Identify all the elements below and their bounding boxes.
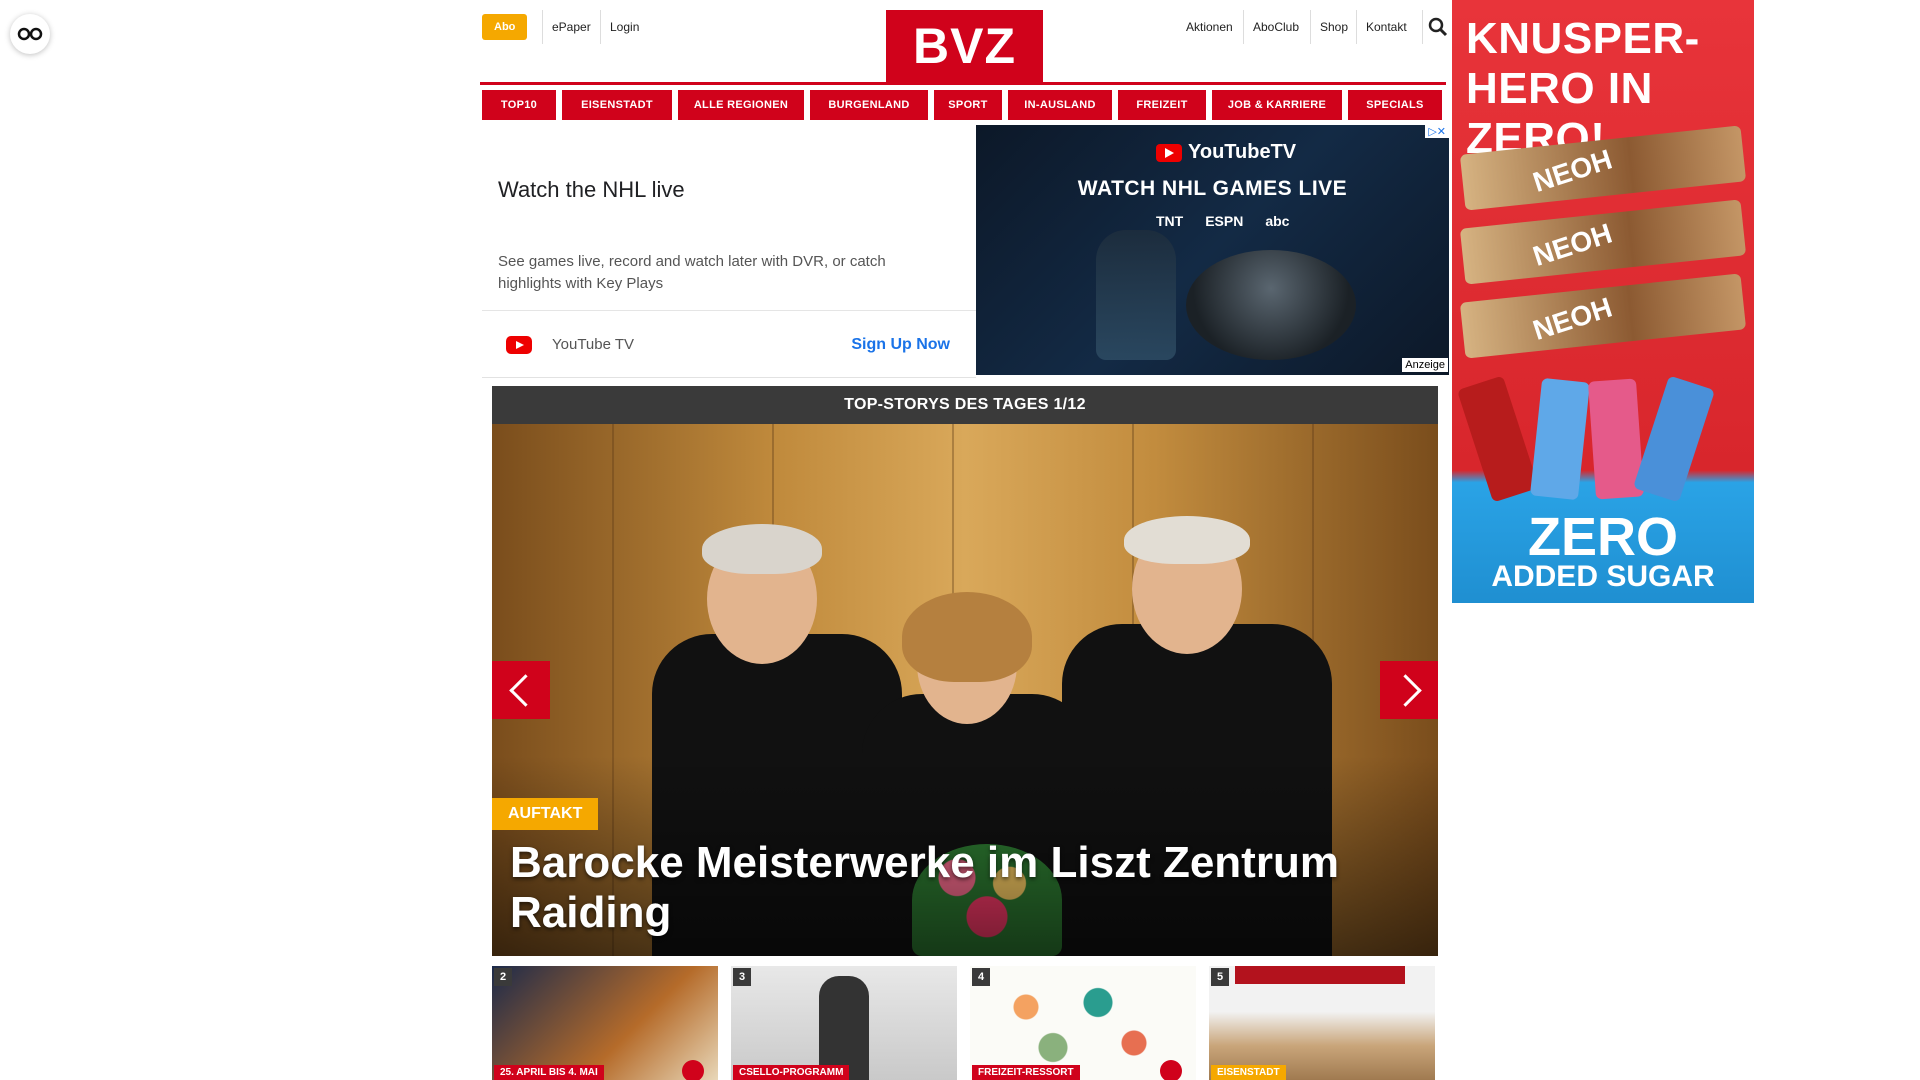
header-separator	[1356, 10, 1357, 44]
ad-text-panel[interactable]: Watch the NHL live See games live, recor…	[482, 125, 976, 378]
nav-job-karriere[interactable]: JOB & KARRIERE	[1212, 90, 1342, 120]
nhl-puck-image	[1186, 250, 1356, 360]
nav-eisenstadt[interactable]: EISENSTADT	[562, 90, 672, 120]
ad-image-headline: WATCH NHL GAMES LIVE	[1077, 177, 1348, 200]
neoh-bar-label: NEOH	[1529, 143, 1616, 198]
site-header: Abo ePaper Login BVZ Aktionen AboClub Sh…	[480, 0, 1448, 86]
neoh-bar-image: NEOH	[1459, 273, 1747, 359]
nav-sport[interactable]: SPORT	[934, 90, 1002, 120]
slider-next-button[interactable]	[1380, 661, 1438, 719]
top-stories-slider: TOP-STORYS DES TAGES 1/12 AUFTAKT Barock…	[492, 386, 1438, 956]
camera-icon	[1160, 1060, 1182, 1080]
neoh-bar-label: NEOH	[1529, 217, 1616, 272]
header-separator	[542, 10, 543, 44]
thumb-number: 3	[733, 968, 751, 986]
ad-networks: TNT ESPN abc	[1156, 213, 1289, 229]
search-icon	[1428, 17, 1448, 37]
nav-freizeit[interactable]: FREIZEIT	[1118, 90, 1206, 120]
neoh-pack	[1456, 375, 1540, 503]
thumb-room-detail	[1235, 966, 1405, 984]
nav-alle-regionen[interactable]: ALLE REGIONEN	[678, 90, 804, 120]
abo-button[interactable]: Abo	[482, 14, 528, 40]
ad-label: Anzeige	[1402, 358, 1448, 372]
sky-ad-zero: ZERO	[1527, 507, 1678, 567]
header-separator	[1310, 10, 1311, 44]
nav-specials[interactable]: SPECIALS	[1348, 90, 1442, 120]
header-separator	[1422, 10, 1423, 44]
ad-choices-icon[interactable]: ▷✕	[1425, 125, 1449, 138]
thumb-label: CSELLO-PROGRAMM	[733, 1065, 850, 1080]
neoh-packs-image	[1456, 375, 1734, 503]
kontakt-link[interactable]: Kontakt	[1366, 14, 1407, 40]
aktionen-link[interactable]: Aktionen	[1186, 14, 1233, 40]
hero-title[interactable]: Barocke Meisterwerke im Liszt Zentrum Ra…	[510, 838, 1410, 938]
nav-burgenland[interactable]: BURGENLAND	[810, 90, 928, 120]
person-left-hair	[702, 524, 822, 574]
thumb-story-3[interactable]: 3 CSELLO-PROGRAMM	[731, 966, 957, 1080]
person-center-hair	[902, 592, 1032, 682]
aboclub-link[interactable]: AboClub	[1253, 14, 1299, 40]
thumb-story-5[interactable]: 5 EISENSTADT	[1209, 966, 1435, 1080]
youtube-icon	[506, 336, 532, 354]
ad-signup-link[interactable]: Sign Up Now	[851, 336, 950, 354]
hero-story[interactable]: AUFTAKT Barocke Meisterwerke im Liszt Ze…	[492, 424, 1438, 956]
site-logo[interactable]: BVZ	[886, 10, 1043, 82]
camera-icon	[682, 1060, 704, 1080]
header-separator	[600, 10, 601, 44]
person-right-hair	[1124, 516, 1250, 564]
slider-prev-button[interactable]	[492, 661, 550, 719]
thumb-story-2[interactable]: 2 25. APRIL BIS 4. MAI	[492, 966, 718, 1080]
thumb-number: 4	[972, 968, 990, 986]
login-link[interactable]: Login	[610, 14, 639, 40]
search-button[interactable]	[1428, 14, 1448, 40]
nav-in-ausland[interactable]: IN-AUSLAND	[1008, 90, 1112, 120]
ad-description: See games live, record and watch later w…	[498, 253, 886, 292]
hockey-player-image	[1096, 230, 1176, 360]
thumb-label: FREIZEIT-RESSORT	[972, 1065, 1080, 1080]
ad-divider	[482, 310, 976, 311]
epaper-link[interactable]: ePaper	[552, 14, 591, 40]
thumb-number: 2	[494, 968, 512, 986]
story-thumbnails: 2 25. APRIL BIS 4. MAI 3 CSELLO-PROGRAMM…	[492, 966, 1435, 1080]
neoh-pack	[1632, 375, 1716, 503]
network-abc: abc	[1265, 213, 1290, 229]
reader-mode-button[interactable]	[10, 14, 50, 54]
neoh-bar-image: NEOH	[1459, 199, 1747, 285]
youtube-tv-icon	[1156, 143, 1182, 162]
ad-image[interactable]: YouTubeTV WATCH NHL GAMES LIVE TNT ESPN …	[976, 125, 1449, 375]
neoh-bar-label: NEOH	[1529, 291, 1616, 346]
thumb-label: EISENSTADT	[1211, 1065, 1286, 1080]
thumb-illustration	[990, 980, 1170, 1070]
shop-link[interactable]: Shop	[1320, 14, 1348, 40]
neoh-pack	[1529, 377, 1591, 501]
hero-kicker: AUFTAKT	[492, 798, 599, 830]
glasses-icon	[17, 27, 43, 41]
header-rule	[480, 82, 1446, 85]
ad-brand: YouTube TV	[552, 336, 635, 353]
ad-title[interactable]: Watch the NHL live	[498, 177, 685, 203]
sky-ad-subtitle: ADDED SUGAR	[1491, 560, 1715, 593]
ad-image-brand: YouTubeTV	[1156, 141, 1296, 164]
network-tnt: TNT	[1156, 213, 1184, 229]
thumb-story-4[interactable]: 4 FREIZEIT-RESSORT	[970, 966, 1196, 1080]
chevron-right-icon	[1388, 673, 1422, 707]
network-espn: ESPN	[1205, 213, 1244, 229]
top-stories-header: TOP-STORYS DES TAGES 1/12	[844, 396, 1086, 413]
thumb-label: 25. APRIL BIS 4. MAI	[494, 1065, 604, 1080]
skyscraper-ad[interactable]: KNUSPER-HERO IN ZERO! NEOH NEOH NEOH ZER…	[1452, 0, 1754, 603]
ad-image-brand-label: YouTubeTV	[1188, 141, 1297, 163]
nav-top10[interactable]: TOP10	[482, 90, 556, 120]
header-separator	[1243, 10, 1244, 44]
chevron-left-icon	[508, 673, 542, 707]
thumb-number: 5	[1211, 968, 1229, 986]
main-nav: TOP10 EISENSTADT ALLE REGIONEN BURGENLAN…	[482, 90, 1442, 120]
